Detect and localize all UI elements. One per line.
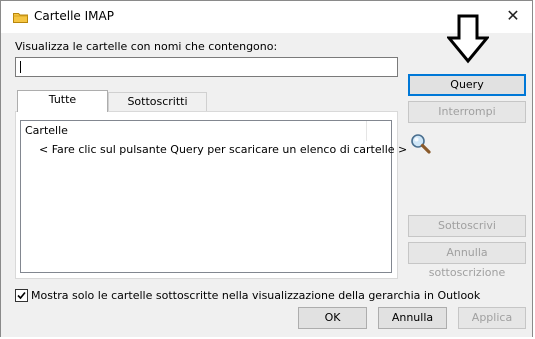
stop-button[interactable]: Interrompi: [408, 101, 526, 123]
checkmark-icon: [17, 291, 26, 300]
imap-folders-dialog: Cartelle IMAP ✕ Visualizza le cartelle c…: [0, 0, 533, 337]
window-title: Cartelle IMAP: [34, 9, 114, 23]
tab-subscribed[interactable]: Sottoscritti: [108, 92, 207, 112]
ok-button[interactable]: OK: [298, 307, 367, 329]
apply-button[interactable]: Applica: [458, 307, 526, 329]
close-icon: ✕: [506, 6, 520, 25]
tab-panel: Cartelle < Fare clic sul pulsante Query …: [15, 111, 407, 279]
down-arrow-icon: [445, 14, 491, 67]
close-button[interactable]: ✕: [502, 5, 524, 27]
cancel-button[interactable]: Annulla: [378, 307, 447, 329]
folder-list[interactable]: Cartelle < Fare clic sul pulsante Query …: [20, 120, 407, 273]
text-caret: [20, 61, 21, 73]
subscribe-button[interactable]: Sottoscrivi: [408, 215, 526, 237]
filter-label: Visualizza le cartelle con nomi che cont…: [15, 40, 278, 53]
folder-name-filter-input[interactable]: [15, 57, 398, 77]
query-button[interactable]: Query: [408, 74, 526, 96]
show-subscribed-only-checkbox[interactable]: [15, 289, 28, 302]
column-header-label: Cartelle: [25, 124, 68, 137]
column-header-folders[interactable]: Cartelle: [21, 121, 367, 141]
unsubscribe-button[interactable]: Annulla sottoscrizione: [408, 242, 526, 279]
tab-all[interactable]: Tutte: [17, 90, 108, 112]
folder-icon: [13, 12, 28, 23]
magnifier-icon: [410, 133, 432, 158]
show-subscribed-only-label[interactable]: Mostra solo le cartelle sottoscritte nel…: [31, 289, 480, 302]
empty-list-message: < Fare clic sul pulsante Query per scari…: [39, 143, 408, 156]
